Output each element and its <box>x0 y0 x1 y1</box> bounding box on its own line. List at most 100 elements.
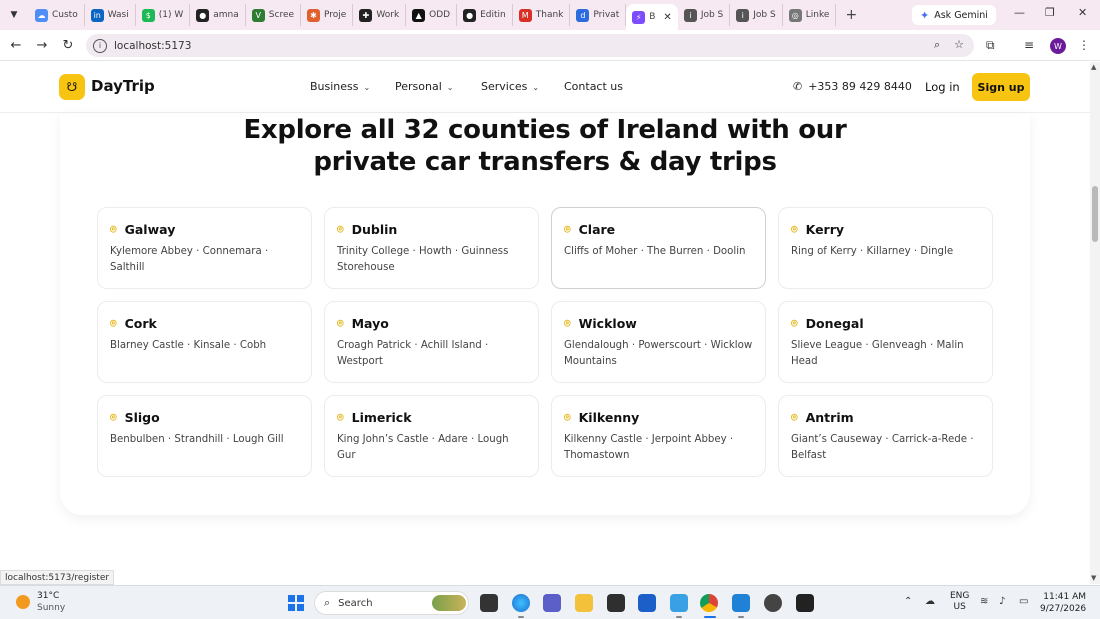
map-pin-icon: ⌾ <box>564 222 571 236</box>
title-line-2: private car transfers & day trips <box>313 147 777 177</box>
county-name: Cork <box>124 316 157 331</box>
app-cube-icon[interactable] <box>607 594 625 612</box>
browser-tab[interactable]: i Job S <box>730 4 783 26</box>
county-heading: ⌾ Galway <box>110 222 299 237</box>
weather-condition[interactable]: Sunny <box>37 603 65 613</box>
reading-list-icon[interactable]: ≡ <box>1024 38 1034 52</box>
site-info-icon[interactable]: i <box>93 38 107 53</box>
close-tab-icon[interactable]: ✕ <box>663 12 671 23</box>
tab-title: (1) W <box>158 10 184 20</box>
edge-icon[interactable] <box>512 594 530 612</box>
logo-text[interactable]: DayTrip <box>91 77 155 95</box>
nav-services[interactable]: Services ⌄ <box>481 80 539 93</box>
scroll-up-icon[interactable]: ▲ <box>1091 63 1096 71</box>
county-card[interactable]: ⌾ Mayo Croagh Patrick · Achill Island · We… <box>324 301 539 383</box>
reload-icon[interactable]: ↻ <box>55 38 81 53</box>
ask-gemini-button[interactable]: ✦ Ask Gemini <box>912 5 996 25</box>
back-icon[interactable]: ← <box>3 38 29 53</box>
nav-contact[interactable]: Contact us <box>564 80 623 93</box>
volume-icon[interactable]: ♪ <box>999 596 1005 607</box>
lang-code: ENG <box>950 591 970 601</box>
county-heading: ⌾ Clare <box>564 222 753 237</box>
wifi-icon[interactable]: ≋ <box>980 596 988 607</box>
county-heading: ⌾ Dublin <box>337 222 526 237</box>
county-card[interactable]: ⌾ Cork Blarney Castle · Kinsale · Cobh <box>97 301 312 383</box>
browser-tab[interactable]: ⚡ B ✕ <box>626 4 678 30</box>
zoom-icon[interactable]: ⌕ <box>934 38 940 52</box>
vscode-icon[interactable] <box>732 594 750 612</box>
nav-business-label: Business <box>310 80 359 93</box>
signup-button[interactable]: Sign up <box>972 73 1030 101</box>
logo-icon[interactable]: ☋ <box>59 74 85 100</box>
county-card[interactable]: ⌾ Dublin Trinity College · Howth · Guinnes… <box>324 207 539 289</box>
browser-tab[interactable]: ● Editin <box>457 4 513 26</box>
browser-tab[interactable]: V Scree <box>246 4 302 26</box>
restore-icon[interactable]: ❐ <box>1045 6 1055 19</box>
county-card[interactable]: ⌾ Kerry Ring of Kerry · Killarney · Dingle <box>778 207 993 289</box>
nav-personal[interactable]: Personal ⌄ <box>395 80 453 93</box>
nav-business[interactable]: Business ⌄ <box>310 80 370 93</box>
address-toolbar: ← → ↻ i localhost:5173 ⌕ ☆ ⧉ ≡ ⋮ <box>0 30 1100 61</box>
browser-tab[interactable]: ✱ Proje <box>301 4 354 26</box>
county-card[interactable]: ⌾ Sligo Benbulben · Strandhill · Lough Gil… <box>97 395 312 477</box>
app-circle-icon[interactable] <box>764 594 782 612</box>
close-window-icon[interactable]: ✕ <box>1078 6 1087 19</box>
county-card[interactable]: ⌾ Limerick King John’s Castle · Adare · Lo… <box>324 395 539 477</box>
tab-favicon-icon: i <box>683 8 697 22</box>
chrome-icon[interactable] <box>700 594 718 612</box>
page-scrollbar[interactable]: ▲ ▼ <box>1090 62 1100 584</box>
county-card[interactable]: ⌾ Clare Cliffs of Moher · The Burren · Doo… <box>551 207 766 289</box>
new-tab-button[interactable]: + <box>840 7 862 23</box>
notepad-icon[interactable] <box>670 594 688 612</box>
omnibox[interactable]: i localhost:5173 ⌕ ☆ <box>86 34 974 57</box>
url-text[interactable]: localhost:5173 <box>114 40 191 52</box>
county-card[interactable]: ⌾ Wicklow Glendalough · Powerscourt · Wick… <box>551 301 766 383</box>
browser-tab[interactable]: in Wasi <box>85 4 136 26</box>
profile-avatar[interactable]: W <box>1050 38 1066 54</box>
bookmark-star-icon[interactable]: ☆ <box>954 38 964 52</box>
browser-tab[interactable]: ● amna <box>190 4 246 26</box>
browser-tab[interactable]: M Thank <box>513 4 571 26</box>
file-explorer-icon[interactable] <box>575 594 593 612</box>
county-card[interactable]: ⌾ Galway Kylemore Abbey · Connemara · Salt… <box>97 207 312 289</box>
phone-link[interactable]: ✆ +353 89 429 8440 <box>793 80 912 93</box>
browser-tab[interactable]: ☁ Custo <box>29 4 85 26</box>
clock[interactable]: 11:41 AM 9/27/2026 <box>1040 591 1086 615</box>
teams-icon[interactable] <box>543 594 561 612</box>
scroll-down-icon[interactable]: ▼ <box>1091 574 1096 582</box>
phone-number: +353 89 429 8440 <box>808 80 912 93</box>
store-icon[interactable] <box>638 594 656 612</box>
browser-tab[interactable]: d Privat <box>570 4 627 26</box>
county-card[interactable]: ⌾ Antrim Giant’s Causeway · Carrick-a-Rede… <box>778 395 993 477</box>
site-header: ☋ DayTrip Business ⌄ Personal ⌄ Services ⌄ … <box>0 62 1090 113</box>
login-link[interactable]: Log in <box>925 80 960 94</box>
browser-tab[interactable]: ▲ ODD <box>406 4 458 26</box>
forward-icon[interactable]: → <box>29 38 55 53</box>
scroll-thumb[interactable] <box>1092 186 1098 242</box>
weather-sun-icon[interactable] <box>16 595 30 609</box>
weather-temp[interactable]: 31°C <box>37 591 59 601</box>
phone-icon: ✆ <box>793 80 803 93</box>
map-pin-icon: ⌾ <box>110 316 117 330</box>
task-view-icon[interactable] <box>480 594 498 612</box>
terminal-icon[interactable] <box>796 594 814 612</box>
tray-chevron-up-icon[interactable]: ⌃ <box>904 596 912 607</box>
minimize-icon[interactable]: — <box>1014 6 1025 19</box>
browser-menu-icon[interactable]: ⋮ <box>1078 38 1090 52</box>
battery-icon[interactable]: ▭ <box>1019 596 1028 607</box>
county-card[interactable]: ⌾ Donegal Slieve League · Glenveagh · Mali… <box>778 301 993 383</box>
language-indicator[interactable]: ENG US <box>950 591 969 613</box>
extensions-icon[interactable]: ⧉ <box>986 38 995 53</box>
onedrive-icon[interactable]: ☁ <box>925 596 935 607</box>
windows-start-icon[interactable] <box>288 595 304 611</box>
county-card[interactable]: ⌾ Kilkenny Kilkenny Castle · Jerpoint Abbe… <box>551 395 766 477</box>
browser-tab[interactable]: ✚ Work <box>353 4 407 26</box>
tab-favicon-icon: ● <box>196 8 210 22</box>
browser-tab[interactable]: ◎ Linke <box>783 4 837 26</box>
browser-tab[interactable]: $ (1) W <box>136 4 191 26</box>
map-pin-icon: ⌾ <box>791 410 798 424</box>
browser-tab[interactable]: i Job S <box>678 4 731 26</box>
taskbar-search[interactable]: ⌕ Search <box>314 591 469 615</box>
tab-search-chevron-icon[interactable]: ▼ <box>5 6 23 24</box>
tab-favicon-icon: ✱ <box>307 8 321 22</box>
